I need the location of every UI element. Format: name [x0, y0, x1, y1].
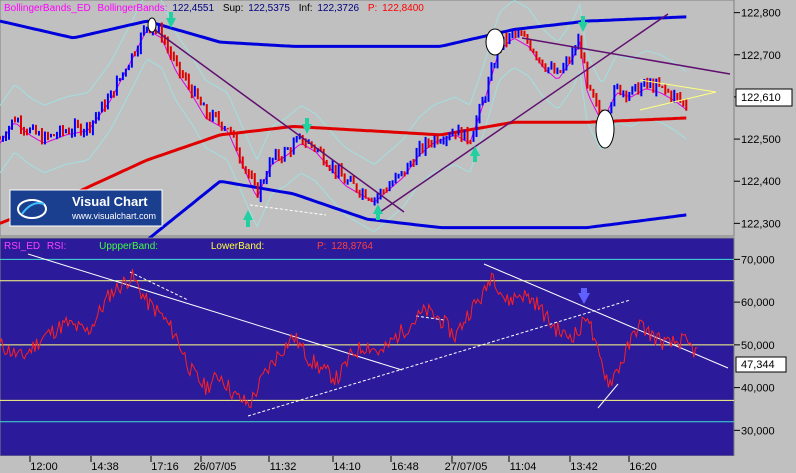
price-y-tick-label: 122,500 [741, 134, 781, 146]
logo-title: Visual Chart [72, 194, 148, 209]
legend-indicator-name: BollingerBands_ED [4, 3, 91, 14]
marker-ellipse-3 [147, 17, 157, 33]
legend-inf-value: 122,3726 [317, 3, 359, 14]
rsi-legend-p-label: P: [317, 241, 326, 252]
visual-chart-logo: Visual Chart www.visualchart.com [9, 189, 163, 227]
legend-series-name: BollingerBands: [98, 3, 168, 14]
time-tick-label: 13:42 [570, 461, 598, 473]
time-tick-label: 16:20 [629, 461, 657, 473]
rsi-legend-lower-label: LowerBand: [211, 241, 264, 252]
price-y-tick-label: 122,800 [741, 8, 781, 20]
time-tick-label: 12:00 [30, 461, 58, 473]
rsi-legend-p-value: 128,8764 [331, 241, 373, 252]
rsi-y-tick-label: 30,000 [741, 425, 775, 437]
legend-inf-label: Inf: [299, 3, 313, 14]
time-tick-label: 11:32 [270, 461, 297, 473]
legend-sup-value: 122,5375 [248, 3, 290, 14]
time-tick-label: 11:04 [510, 461, 537, 473]
legend-sup-label: Sup: [223, 3, 244, 14]
marker-ellipse-2 [595, 109, 615, 149]
rsi-y-tick-label: 40,000 [741, 383, 775, 395]
time-tick-label: 17:16 [151, 461, 179, 473]
rsi-y-tick-label: 50,000 [741, 340, 775, 352]
time-tick-label: 14:10 [333, 461, 361, 473]
price-y-tick-label: 122,700 [741, 50, 781, 62]
legend-p-label: P: [368, 3, 377, 14]
time-tick-label: 27/07/05 [445, 461, 488, 473]
rsi-legend-upper-label: UppperBand: [99, 241, 158, 252]
current-rsi-label: 47,344 [741, 359, 775, 371]
legend-series-value: 122,4551 [172, 3, 214, 14]
logo-url: www.visualchart.com [71, 211, 156, 221]
price-y-tick-label: 122,400 [741, 176, 781, 188]
legend-p-value: 122,8400 [382, 3, 424, 14]
time-tick-label: 14:38 [91, 461, 119, 473]
rsi-legend-indicator: RSI_ED [4, 241, 40, 252]
rsi-y-tick-label: 60,000 [741, 297, 775, 309]
rsi-y-tick-label: 70,000 [741, 254, 775, 266]
current-price-label: 122,610 [741, 92, 781, 104]
time-tick-label: 16:48 [391, 461, 419, 473]
price-y-tick-label: 122,300 [741, 218, 781, 230]
marker-ellipse-1 [485, 28, 505, 56]
chart-canvas: BollingerBands_ED BollingerBands: 122,45… [0, 0, 796, 473]
time-tick-label: 26/07/05 [194, 461, 237, 473]
rsi-legend-series-name: RSI: [47, 241, 66, 252]
price-legend: BollingerBands_ED BollingerBands: 122,45… [4, 3, 424, 14]
